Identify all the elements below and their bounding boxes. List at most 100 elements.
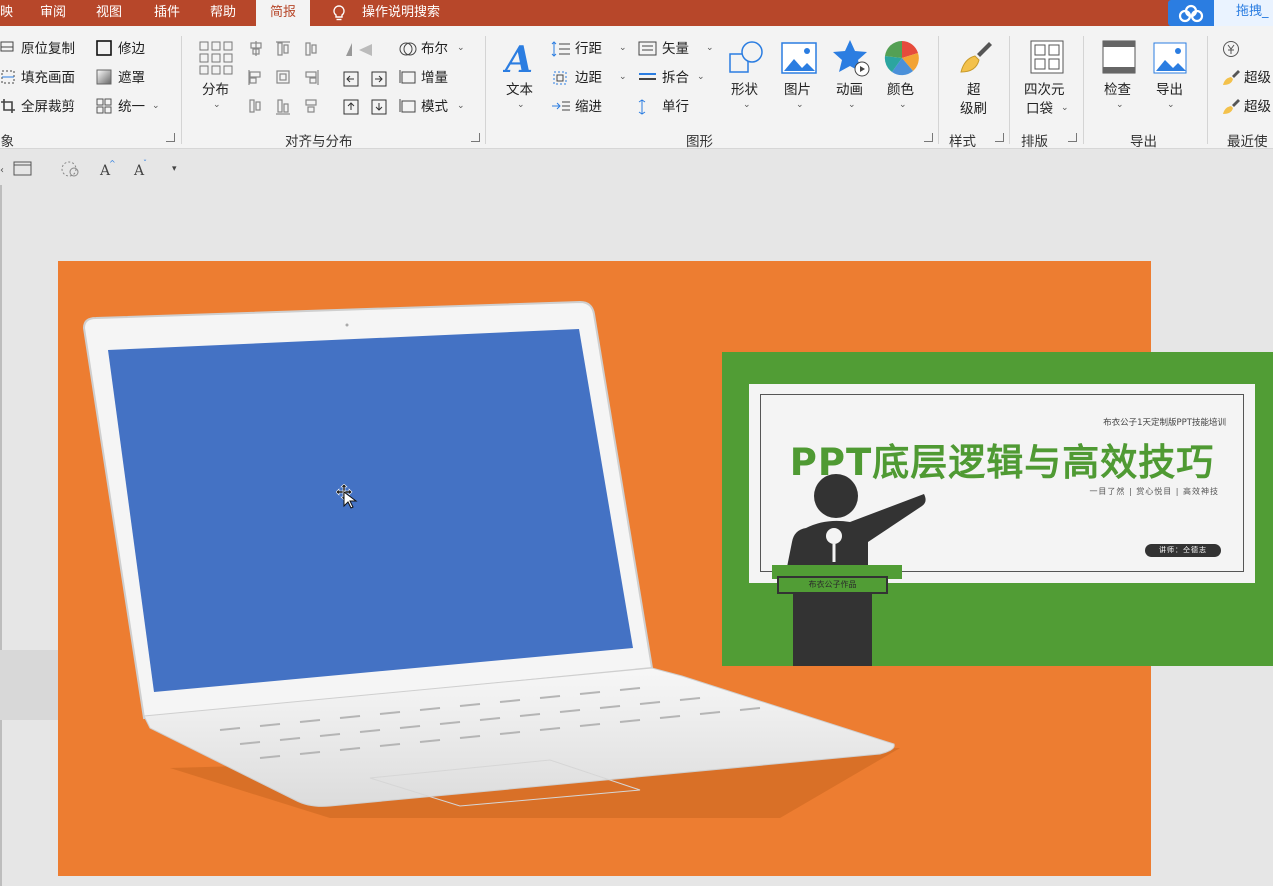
tab-view[interactable]: 视图	[96, 0, 122, 26]
super-brush-button-line2[interactable]: 级刷	[960, 100, 987, 118]
group-separator	[1083, 36, 1084, 144]
export-button[interactable]: 导出	[1156, 81, 1183, 99]
fullscreen-crop-button[interactable]: 全屏裁剪	[21, 98, 75, 116]
group-label-recent: 最近使	[1227, 134, 1268, 150]
check-button[interactable]: 检查	[1104, 81, 1131, 99]
group-separator	[1207, 36, 1208, 144]
chevron-down-icon[interactable]: ⌄	[619, 72, 627, 82]
speaker-icon	[786, 474, 926, 572]
tab-help[interactable]: 帮助	[210, 0, 236, 26]
chevron-down-icon[interactable]: ⌄	[697, 72, 705, 82]
move-cursor-icon	[336, 484, 358, 509]
shape-button[interactable]: 形状	[731, 81, 758, 99]
line-spacing-button[interactable]: 行距	[575, 40, 602, 58]
picture-icon	[781, 42, 817, 74]
vector-button[interactable]: 矢量	[662, 40, 689, 58]
chevron-down-icon[interactable]: ⌄	[1116, 100, 1124, 110]
align-buttons-icon[interactable]	[248, 40, 328, 120]
align-edge-buttons-icon[interactable]	[343, 40, 389, 120]
unify-icon	[96, 98, 112, 114]
ribbon: 原位复制 填充画面 全屏裁剪 修边 遮罩 统一 ⌄ 对象 分布 ⌄	[0, 26, 1273, 150]
quick-toolbar: ‹ A ^ Aˇ ▾	[0, 149, 1273, 185]
vertical-scrollbar[interactable]	[0, 185, 2, 886]
recent-super-button[interactable]: 超级	[1244, 69, 1271, 87]
login-button[interactable]: 拖拽_	[1214, 0, 1273, 26]
chevron-down-icon[interactable]: ⌄	[743, 100, 751, 110]
margin-button[interactable]: 边距	[575, 69, 602, 87]
group-separator	[938, 36, 939, 144]
chevron-down-icon[interactable]: ⌄	[213, 100, 221, 110]
color-button[interactable]: 颜色	[887, 81, 914, 99]
spacing-icons	[551, 41, 570, 111]
text-icon: A	[503, 40, 533, 76]
group-separator	[181, 36, 182, 144]
copy-in-place-button[interactable]: 原位复制	[21, 40, 75, 58]
chevron-down-icon[interactable]: ⌄	[1061, 103, 1069, 113]
chevron-down-icon[interactable]: ⌄	[899, 100, 907, 110]
chevron-down-icon[interactable]: ⌄	[619, 43, 627, 53]
laptop-screen[interactable]	[107, 328, 635, 693]
trim-edge-button[interactable]: 修边	[118, 40, 145, 58]
group-label-align: 对齐与分布	[285, 134, 353, 150]
text-button[interactable]: 文本	[506, 81, 533, 99]
picture-button[interactable]: 图片	[784, 81, 811, 99]
menu-bar: 映 审阅 视图 插件 帮助 简报 操作说明搜索 拖拽_	[0, 0, 1273, 26]
distribute-button[interactable]: 分布	[202, 81, 229, 99]
chevron-down-icon[interactable]: ⌄	[706, 43, 714, 53]
dialog-launcher-icon[interactable]	[471, 133, 480, 142]
group-label-shape: 图形	[686, 134, 713, 150]
chevron-down-icon[interactable]: ⌄	[1167, 100, 1175, 110]
crop-icon	[1, 99, 15, 113]
tab-jianbao[interactable]: 简报	[256, 0, 310, 26]
export-picture-icon	[1153, 42, 1187, 74]
group-label-export: 导出	[1130, 134, 1157, 150]
mode-button[interactable]: 模式	[421, 98, 448, 116]
quick-tools[interactable]: ‹ A^ Aˇ ▾	[0, 159, 190, 179]
boolean-icon	[399, 42, 417, 56]
brush-icon	[1223, 70, 1240, 85]
chevron-down-icon[interactable]: ⌄	[517, 100, 525, 110]
mask-icon	[96, 69, 112, 85]
chevron-down-icon[interactable]: ⌄	[457, 43, 465, 53]
tab-slideshow[interactable]: 映	[0, 0, 13, 26]
canvas-shadow	[0, 650, 58, 720]
dialog-launcher-icon[interactable]	[1068, 133, 1077, 142]
podium	[793, 594, 872, 666]
check-icon	[1102, 40, 1136, 74]
mode-icon	[399, 99, 416, 113]
single-line-button[interactable]: 单行	[662, 98, 689, 116]
lightbulb-icon	[333, 5, 345, 21]
tell-me-search[interactable]: 操作说明搜索	[362, 0, 440, 26]
super-brush-button[interactable]: 超	[967, 81, 981, 99]
mask-button[interactable]: 遮罩	[118, 69, 145, 87]
chevron-down-icon[interactable]: ⌄	[457, 101, 465, 111]
chevron-down-icon[interactable]: ⌄	[152, 101, 160, 111]
pocket-button[interactable]: 四次元	[1024, 81, 1065, 99]
animation-icon	[833, 40, 870, 77]
animation-button[interactable]: 动画	[836, 81, 863, 99]
brush-icon	[1223, 99, 1240, 114]
tab-plugins[interactable]: 插件	[154, 0, 180, 26]
recent-icon	[1223, 41, 1239, 57]
tab-review[interactable]: 审阅	[40, 0, 66, 26]
vector-icons	[638, 41, 657, 115]
dialog-launcher-icon[interactable]	[924, 133, 933, 142]
split-merge-button[interactable]: 拆合	[662, 69, 689, 87]
increment-button[interactable]: 增量	[421, 69, 448, 87]
pocket-button-line2[interactable]: 口袋	[1026, 100, 1053, 118]
svg-text:▾: ▾	[172, 164, 177, 174]
cloud-button[interactable]	[1168, 0, 1214, 26]
chevron-down-icon[interactable]: ⌄	[848, 100, 856, 110]
indent-button[interactable]: 缩进	[575, 98, 602, 116]
dialog-launcher-icon[interactable]	[995, 133, 1004, 142]
chevron-down-icon[interactable]: ⌄	[796, 100, 804, 110]
recent-super-button-2[interactable]: 超级	[1244, 98, 1271, 116]
fill-canvas-button[interactable]: 填充画面	[21, 69, 75, 87]
boolean-button[interactable]: 布尔	[421, 40, 448, 58]
distribute-icon	[199, 41, 233, 75]
unify-button[interactable]: 统一	[118, 98, 145, 116]
dialog-launcher-icon[interactable]	[166, 133, 175, 142]
increment-icon	[399, 70, 416, 84]
cloud-icon	[1178, 4, 1204, 23]
lecturer-badge: 讲师：仝德志	[1145, 544, 1221, 557]
